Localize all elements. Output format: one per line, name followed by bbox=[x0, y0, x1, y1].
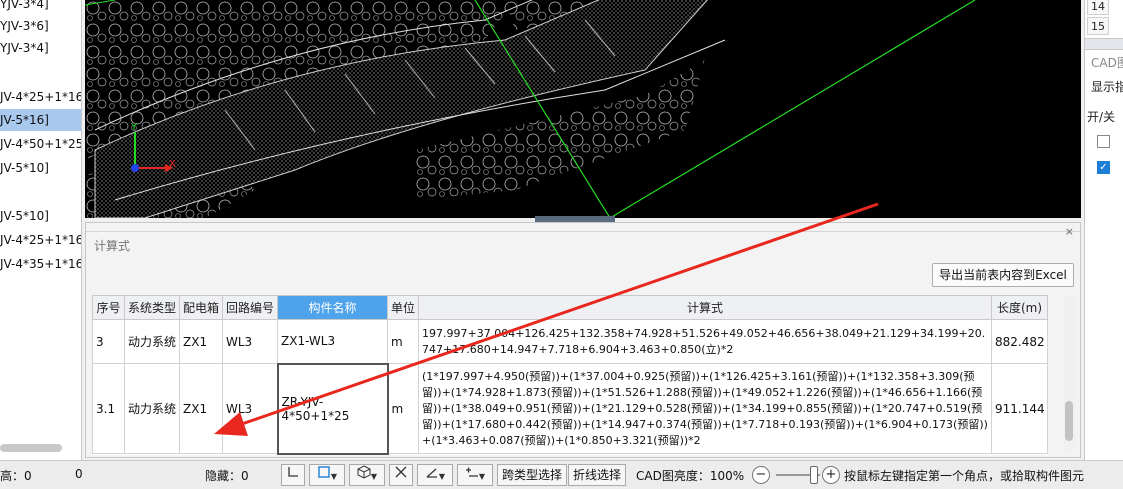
column-header[interactable]: 序号 bbox=[92, 295, 125, 320]
list-item[interactable]: JV-5*10] bbox=[0, 205, 81, 227]
select-box-icon[interactable]: ▼ bbox=[309, 464, 345, 486]
horizontal-scrollbar[interactable] bbox=[0, 444, 62, 452]
height-readout: 高：0 bbox=[0, 469, 32, 483]
column-header[interactable]: 回路编号 bbox=[222, 295, 278, 320]
cell-loop[interactable]: WL3 bbox=[222, 363, 278, 454]
cad-viewport[interactable]: X Y bbox=[85, 0, 1081, 218]
cell-formula[interactable]: (1*197.997+4.950(预留))+(1*37.004+0.925(预留… bbox=[418, 363, 992, 454]
cell-unit[interactable]: m bbox=[387, 319, 419, 364]
column-header[interactable]: 系统类型 bbox=[124, 295, 180, 320]
cell-length[interactable]: 882.482 bbox=[991, 319, 1048, 364]
column-header[interactable]: 计算式 bbox=[418, 295, 992, 320]
display-label: 显示指 bbox=[1091, 80, 1123, 94]
list-item[interactable]: YJV-3*6] bbox=[0, 15, 81, 37]
axis-y-label: Y bbox=[131, 122, 138, 133]
list-item[interactable]: JV-4*35+1*16] bbox=[0, 253, 81, 275]
angle-icon[interactable]: ▼ bbox=[417, 464, 453, 486]
list-item[interactable]: YJV-3*4] bbox=[0, 37, 81, 59]
cad-section-title: CAD图 bbox=[1091, 56, 1123, 70]
scrollbar-thumb[interactable] bbox=[1065, 401, 1073, 441]
hidden-readout: 隐藏：0 bbox=[205, 469, 249, 483]
cell-system[interactable]: 动力系统 bbox=[124, 363, 180, 454]
row-number: 14 bbox=[1087, 0, 1109, 15]
cross-icon[interactable] bbox=[389, 464, 413, 486]
cell-system[interactable]: 动力系统 bbox=[124, 319, 180, 364]
status-hint: 按鼠标左键指定第一个角点，或拾取构件图元 bbox=[844, 469, 1085, 483]
cell-index[interactable]: 3 bbox=[92, 319, 125, 364]
panel-divider bbox=[86, 231, 1080, 232]
column-header[interactable]: 配电箱 bbox=[179, 295, 223, 320]
column-header-active[interactable]: 构件名称 bbox=[277, 295, 388, 320]
zoom-minus-icon[interactable]: − bbox=[752, 466, 770, 484]
calculation-panel: × 计算式 导出当前表内容到Excel 序号 系统类型 配电箱 回路编号 构件名… bbox=[85, 222, 1081, 458]
row-number: 15 bbox=[1087, 17, 1109, 35]
cell-length[interactable]: 911.144 bbox=[991, 363, 1048, 454]
zoom-plus-icon[interactable]: + bbox=[822, 466, 840, 484]
list-item[interactable]: JV-4*50+1*25] bbox=[0, 133, 81, 155]
polyline-select-button[interactable]: 折线选择 bbox=[568, 464, 627, 486]
list-item[interactable]: YJV-3*4] bbox=[0, 0, 81, 15]
cell-index[interactable]: 3.1 bbox=[92, 363, 125, 454]
list-item-selected[interactable]: JV-5*16] bbox=[0, 109, 81, 131]
cad-brightness-readout: CAD图亮度：100% bbox=[636, 469, 745, 483]
add-line-icon[interactable]: ▼ bbox=[457, 464, 493, 486]
table-row[interactable]: 3.1 动力系统 ZX1 WL3 ZR-YJV-4*50+1*25 m (1*1… bbox=[92, 362, 1048, 455]
cell-loop[interactable]: WL3 bbox=[222, 319, 278, 364]
cell-name-focused[interactable]: ZR-YJV-4*50+1*25 bbox=[276, 362, 389, 455]
right-panel: 14 15 CAD图 显示指 开/关 ✓ bbox=[1084, 0, 1123, 460]
column-header[interactable]: 长度(m) bbox=[991, 295, 1048, 320]
export-excel-button[interactable]: 导出当前表内容到Excel bbox=[932, 263, 1074, 287]
brightness-slider-thumb[interactable] bbox=[810, 466, 818, 484]
list-item[interactable]: JV-4*25+1*16] bbox=[0, 86, 81, 108]
cell-formula[interactable]: 197.997+37.004+126.425+132.358+74.928+51… bbox=[418, 319, 992, 364]
axis-x-label: X bbox=[169, 159, 176, 170]
count-readout: 0 bbox=[75, 467, 83, 481]
cell-unit[interactable]: m bbox=[387, 363, 419, 454]
cell-box[interactable]: ZX1 bbox=[179, 363, 223, 454]
panel-divider bbox=[1085, 38, 1123, 50]
list-item[interactable]: JV-5*10] bbox=[0, 157, 81, 179]
cell-name[interactable]: ZX1-WL3 bbox=[277, 319, 388, 364]
close-icon[interactable]: × bbox=[1065, 225, 1074, 238]
cross-type-select-button[interactable]: 跨类型选择 bbox=[497, 464, 568, 486]
list-item[interactable]: JV-4*25+1*16] bbox=[0, 229, 81, 251]
column-header[interactable]: 单位 bbox=[387, 295, 419, 320]
cad-drawing bbox=[85, 0, 976, 218]
table-row[interactable]: 3 动力系统 ZX1 WL3 ZX1-WL3 m 197.997+37.004+… bbox=[92, 319, 1048, 364]
toggle-checkbox-checked[interactable]: ✓ bbox=[1097, 161, 1110, 174]
toggle-checkbox[interactable] bbox=[1097, 135, 1110, 148]
cell-box[interactable]: ZX1 bbox=[179, 319, 223, 364]
orthogonal-icon[interactable] bbox=[281, 464, 305, 486]
toggle-header: 开/关 bbox=[1087, 110, 1116, 124]
calc-panel-title: 计算式 bbox=[94, 239, 131, 253]
3d-cube-icon[interactable]: ▼ bbox=[349, 464, 385, 486]
table-header-row: 序号 系统类型 配电箱 回路编号 构件名称 单位 计算式 长度(m) bbox=[92, 295, 1048, 320]
component-list-panel: YJV-3*4] YJV-3*6] YJV-3*4] JV-4*25+1*16]… bbox=[0, 0, 82, 460]
status-bar: 高：0 0 隐藏：0 ▼ ▼ ▼ ▼ 跨类型选择 折线选择 CAD图亮度：100… bbox=[0, 460, 1123, 489]
calculation-table: 序号 系统类型 配电箱 回路编号 构件名称 单位 计算式 长度(m) 3 动力系… bbox=[92, 295, 1048, 455]
